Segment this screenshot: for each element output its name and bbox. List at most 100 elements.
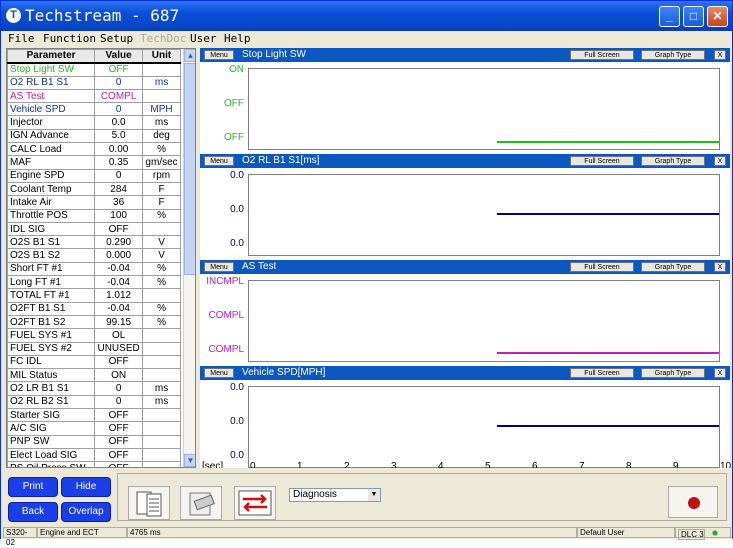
back-button[interactable]: Back — [8, 502, 58, 522]
mode-dropdown[interactable]: Diagnosis ▼ — [289, 488, 381, 502]
menu-function[interactable]: Function — [43, 32, 96, 45]
value-cell: 5.0 — [94, 128, 144, 144]
table-row[interactable]: MAF 0.35 gm/sec — [7, 155, 181, 170]
table-row[interactable]: MIL Status ON — [7, 368, 181, 383]
param-cell: PNP SW — [7, 434, 96, 449]
graph-type-button[interactable]: Graph Type — [641, 50, 705, 60]
scroll-down-icon[interactable]: ▼ — [184, 454, 195, 467]
table-row[interactable]: O2S B1 S1 0.290 V — [7, 235, 181, 250]
value-cell: 1.012 — [94, 288, 144, 303]
table-row[interactable]: Injector 0.0 ms — [7, 115, 181, 130]
snapshot-icon[interactable] — [180, 486, 222, 520]
table-row[interactable]: Stop Light SW OFF — [7, 62, 181, 77]
full-screen-button[interactable]: Full Screen — [570, 50, 634, 60]
scroll-up-icon[interactable]: ▲ — [184, 49, 195, 62]
header-unit[interactable]: Unit — [142, 49, 181, 64]
table-row[interactable]: FUEL SYS #2 UNUSED — [7, 341, 181, 356]
graph-title: Vehicle SPD[MPH] — [242, 367, 326, 378]
full-screen-button[interactable]: Full Screen — [570, 262, 634, 272]
unit-cell: % — [142, 261, 181, 277]
value-cell: OFF — [94, 221, 144, 237]
maximize-icon[interactable]: □ — [683, 6, 704, 27]
value-cell: 0 — [94, 381, 144, 396]
graph-panel: Menu Stop Light SW Full Screen Graph Type X O… — [200, 48, 730, 154]
table-row[interactable]: Vehicle SPD 0 MPH — [7, 102, 181, 117]
table-row[interactable]: AS Test COMPL — [7, 88, 181, 104]
close-icon[interactable]: ✕ — [707, 6, 728, 27]
value-cell: 284 — [94, 181, 144, 197]
table-row[interactable]: FC IDL OFF — [7, 354, 181, 370]
y-label-bottom: 0.0 — [230, 238, 244, 249]
graph-menu-button[interactable]: Menu — [204, 156, 234, 166]
table-row[interactable]: O2FT B1 S2 99.15% — [7, 314, 181, 330]
status-code: S320-02 — [3, 527, 37, 547]
header-value[interactable]: Value — [94, 49, 144, 64]
graph-menu-button[interactable]: Menu — [204, 262, 234, 272]
record-button[interactable] — [668, 486, 718, 518]
y-label-mid: OFF — [224, 98, 244, 109]
table-row[interactable]: O2 RL B2 S1 0 ms — [7, 394, 181, 410]
table-row[interactable]: Long FT #1 -0.04% — [7, 275, 181, 290]
overlap-button[interactable]: Overlap — [61, 502, 111, 522]
unit-cell — [142, 354, 181, 370]
table-row[interactable]: Short FT #1 -0.04% — [7, 261, 181, 277]
graph-type-button[interactable]: Graph Type — [641, 262, 705, 272]
value-cell: OFF — [94, 62, 144, 77]
data-list-icon[interactable] — [128, 486, 170, 520]
hide-button[interactable]: Hide — [61, 477, 111, 497]
table-row[interactable]: PNP SW OFF — [7, 434, 181, 449]
table-row[interactable]: Starter SIG OFF — [7, 408, 181, 423]
table-row[interactable]: O2FT B1 S1 -0.04% — [7, 301, 181, 316]
function-toolbox: Diagnosis ▼ — [117, 473, 727, 521]
table-row[interactable]: O2S B1 S2 0.000 V — [7, 248, 181, 263]
close-graph-icon[interactable]: X — [714, 368, 726, 378]
close-graph-icon[interactable]: X — [714, 50, 726, 60]
minimize-icon[interactable]: _ — [659, 6, 680, 27]
table-row[interactable]: Intake Air 36 F — [7, 195, 181, 210]
menu-user[interactable]: User — [190, 32, 217, 45]
unit-cell: V — [142, 235, 181, 250]
graph-type-button[interactable]: Graph Type — [641, 156, 705, 166]
title-bar[interactable]: T Techstream - 687 _ □ ✕ — [1, 1, 732, 31]
menu-file[interactable]: File — [8, 32, 35, 45]
full-screen-button[interactable]: Full Screen — [570, 368, 634, 378]
graph-menu-button[interactable]: Menu — [204, 50, 234, 60]
chevron-down-icon[interactable]: ▼ — [368, 489, 380, 501]
table-row[interactable]: Throttle POS 100% — [7, 208, 181, 223]
param-cell: Intake Air — [7, 195, 96, 210]
table-row[interactable]: IDL SIG OFF — [7, 221, 181, 237]
table-row[interactable]: IGN Advance 5.0 deg — [7, 128, 181, 144]
switch-arrows-icon[interactable] — [234, 486, 276, 520]
table-row[interactable]: Coolant Temp 284 F — [7, 181, 181, 197]
table-row[interactable]: O2 RL B1 S1 0 ms — [7, 75, 181, 90]
status-system: Engine and ECT — [37, 527, 127, 538]
unit-cell: V — [142, 248, 181, 263]
param-cell: IGN Advance — [7, 128, 96, 144]
close-graph-icon[interactable]: X — [714, 262, 726, 272]
print-button[interactable]: Print — [8, 477, 58, 497]
table-row[interactable]: FUEL SYS #1 OL — [7, 328, 181, 343]
graph-type-button[interactable]: Graph Type — [641, 368, 705, 378]
header-parameter[interactable]: Parameter — [7, 49, 96, 64]
full-screen-button[interactable]: Full Screen — [570, 156, 634, 166]
table-row[interactable]: TOTAL FT #1 1.012 — [7, 288, 181, 303]
unit-cell: ms — [142, 381, 181, 396]
table-row[interactable]: CALC Load 0.00% — [7, 142, 181, 157]
menu-setup[interactable]: Setup — [100, 32, 133, 45]
graph-menu-button[interactable]: Menu — [204, 368, 234, 378]
param-cell: Stop Light SW — [7, 62, 96, 77]
table-row[interactable]: A/C SIG OFF — [7, 421, 181, 436]
table-row[interactable]: Elect Load SIG OFF — [7, 447, 181, 463]
graph-title: O2 RL B1 S1[ms] — [242, 155, 320, 166]
param-cell: O2S B1 S2 — [7, 248, 96, 263]
y-label-top: 0.0 — [230, 382, 244, 393]
close-graph-icon[interactable]: X — [714, 156, 726, 166]
menu-help[interactable]: Help — [224, 32, 251, 45]
table-row[interactable]: O2 LR B1 S1 0 ms — [7, 381, 181, 396]
scroll-thumb[interactable] — [184, 63, 195, 275]
unit-cell — [142, 408, 181, 423]
value-cell: UNUSED — [94, 341, 144, 356]
parameter-scrollbar[interactable]: ▲ ▼ — [183, 49, 195, 467]
value-cell: 0.000 — [94, 248, 144, 263]
table-row[interactable]: Engine SPD 0 rpm — [7, 168, 181, 183]
